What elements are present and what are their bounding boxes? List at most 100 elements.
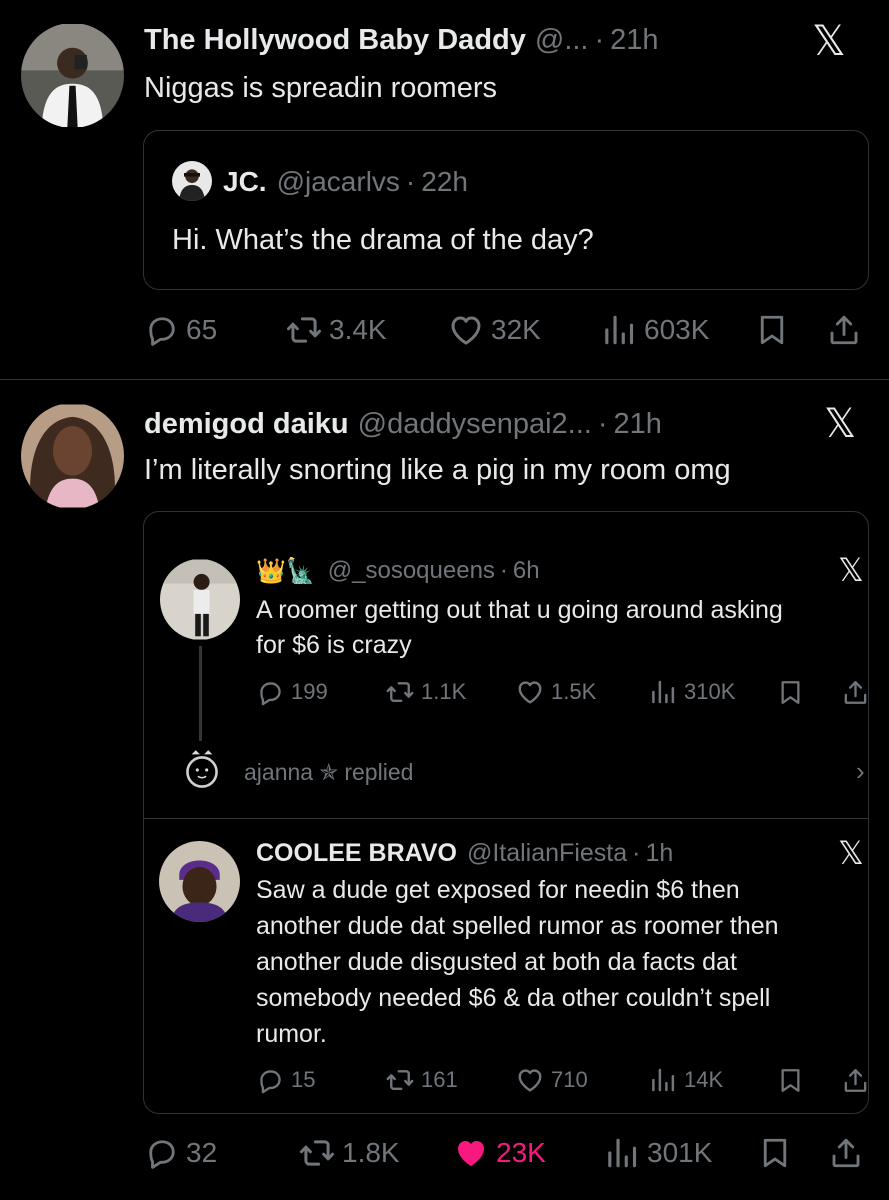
repost-icon — [385, 1065, 415, 1095]
embed-text-line: A roomer getting out that u going around… — [256, 596, 783, 624]
quote-time[interactable]: 22h — [421, 166, 468, 198]
bookmark-icon — [754, 312, 790, 348]
separator-dot: · — [405, 166, 416, 197]
chevron-right-icon[interactable]: › — [856, 756, 865, 786]
author-handle[interactable]: @daddysenpai2... — [358, 408, 592, 441]
views-icon — [600, 311, 638, 349]
avatar-post1[interactable] — [21, 23, 124, 128]
post-time[interactable]: 21h — [610, 24, 658, 57]
views-button[interactable]: 14K — [648, 1064, 723, 1096]
reply-count: 32 — [186, 1137, 218, 1168]
embed-text-line: Saw a dude get exposed for needin $6 the… — [256, 876, 740, 904]
quote-author-name[interactable]: JC. — [223, 166, 267, 198]
reply-count: 65 — [186, 314, 218, 345]
x-logo-icon: 𝕏 — [838, 834, 864, 872]
bookmark-icon — [776, 678, 805, 707]
views-button[interactable]: 310K — [648, 676, 735, 708]
avatar-post2[interactable] — [21, 403, 124, 509]
repost-count: 161 — [421, 1067, 458, 1092]
like-count: 1.5K — [551, 679, 597, 704]
embed-text-line: somebody needed $6 & da other couldn’t s… — [256, 984, 771, 1012]
display-name-emoji[interactable]: 👑🗽 — [256, 557, 316, 586]
author-name[interactable]: COOLEE BRAVO — [256, 839, 457, 868]
heart-filled-icon — [452, 1134, 490, 1172]
author-handle[interactable]: @... — [535, 24, 589, 57]
separator-dot: · — [632, 838, 641, 867]
avatar-sosoqueens[interactable] — [160, 559, 240, 640]
embed-text-line: another dude dat spelled rumor as roomer… — [256, 912, 779, 940]
views-button[interactable]: 603K — [600, 310, 709, 350]
reply-button[interactable]: 15 — [256, 1064, 315, 1096]
heart-icon — [515, 677, 545, 707]
post-text: Niggas is spreadin roomers — [144, 72, 497, 104]
repost-icon — [285, 311, 323, 349]
views-button[interactable]: 301K — [603, 1133, 712, 1173]
reply-button[interactable]: 32 — [144, 1133, 217, 1173]
author-handle[interactable]: @ItalianFiesta — [467, 839, 627, 868]
embed-text-line: another dude disgusted at both da facts … — [256, 948, 737, 976]
like-button[interactable]: 1.5K — [515, 676, 596, 708]
avatar-quote-jc[interactable] — [172, 161, 212, 201]
like-button-active[interactable]: 23K — [452, 1133, 546, 1173]
separator-dot: · — [597, 407, 608, 440]
share-icon — [841, 678, 870, 707]
like-count: 710 — [551, 1067, 588, 1092]
embed-text-line: for $6 is crazy — [256, 631, 412, 659]
author-name[interactable]: The Hollywood Baby Daddy — [144, 24, 526, 57]
reply-button[interactable]: 199 — [256, 676, 328, 708]
reply-count: 15 — [291, 1067, 316, 1092]
share-button[interactable] — [828, 1133, 864, 1173]
x-logo-icon: 𝕏 — [838, 551, 864, 589]
avatar-ajanna[interactable] — [176, 745, 228, 797]
repost-button[interactable]: 1.8K — [298, 1133, 400, 1173]
views-count: 301K — [647, 1137, 713, 1168]
like-button[interactable]: 710 — [515, 1064, 588, 1096]
avatar-coolee-bravo[interactable] — [159, 841, 240, 922]
views-count: 14K — [684, 1067, 724, 1092]
separator-dot: · — [594, 23, 605, 56]
repost-button[interactable]: 1.1K — [385, 676, 466, 708]
bookmark-icon — [776, 1066, 805, 1095]
share-button[interactable] — [826, 310, 862, 350]
share-button[interactable] — [841, 1064, 870, 1096]
quote-author-handle[interactable]: @jacarlvs — [277, 166, 400, 198]
heart-icon — [515, 1065, 545, 1095]
post-time[interactable]: 21h — [614, 408, 662, 441]
post-time[interactable]: 6h — [513, 557, 540, 585]
x-logo-icon: 𝕏 — [824, 401, 857, 447]
repost-count: 1.1K — [421, 679, 467, 704]
author-handle[interactable]: @_sosoqueens — [328, 557, 495, 585]
repost-button[interactable]: 3.4K — [285, 310, 387, 350]
heart-icon — [447, 311, 485, 349]
bookmark-button[interactable] — [757, 1133, 793, 1173]
replier-name[interactable]: ajanna — [244, 759, 313, 786]
share-button[interactable] — [841, 676, 870, 708]
bookmark-button[interactable] — [776, 1064, 805, 1096]
repost-count: 1.8K — [342, 1137, 400, 1168]
repost-icon — [298, 1134, 336, 1172]
post-time[interactable]: 1h — [645, 839, 673, 868]
star-icon: ✯ — [319, 758, 339, 785]
views-count: 310K — [684, 679, 736, 704]
share-icon — [828, 1135, 864, 1171]
embed-text-line: rumor. — [256, 1020, 327, 1048]
post-text: I’m literally snorting like a pig in my … — [144, 454, 731, 486]
like-count: 23K — [496, 1137, 546, 1168]
separator-dot: · — [499, 557, 508, 584]
repost-button[interactable]: 161 — [385, 1064, 458, 1096]
share-icon — [826, 312, 862, 348]
x-logo-icon: 𝕏 — [812, 16, 846, 65]
reply-count: 199 — [291, 679, 328, 704]
share-icon — [841, 1066, 870, 1095]
line — [199, 646, 202, 741]
bookmark-button[interactable] — [776, 676, 805, 708]
reply-button[interactable]: 65 — [144, 310, 217, 350]
bookmark-button[interactable] — [754, 310, 790, 350]
repost-icon — [385, 677, 415, 707]
views-icon — [648, 1065, 678, 1095]
like-button[interactable]: 32K — [447, 310, 541, 350]
bookmark-icon — [757, 1135, 793, 1171]
author-name[interactable]: demigod daiku — [144, 408, 349, 441]
reply-icon — [144, 1135, 180, 1171]
quoted-post[interactable] — [143, 130, 869, 290]
